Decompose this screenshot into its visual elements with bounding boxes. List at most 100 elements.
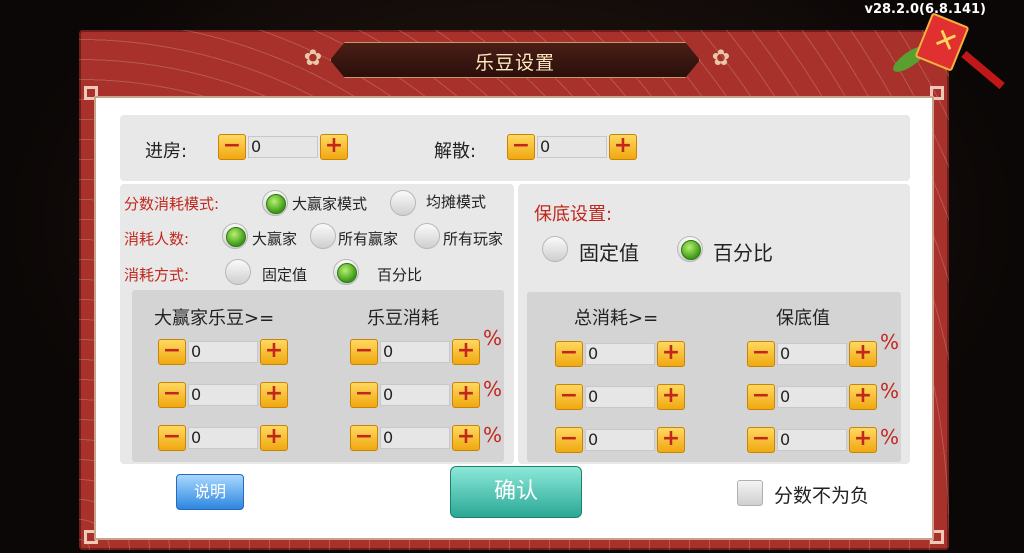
consume-method-label: 消耗方式: [124,266,190,284]
guarantee-value-stepper: − 0 + [747,384,877,410]
percent-unit: % [483,326,503,350]
guarantee-value-input[interactable]: 0 [777,343,847,365]
radio-label: 百分比 [377,266,423,284]
dissolve-label: 解散: [434,141,477,162]
radio-all-winners[interactable] [310,223,336,249]
radio-big-winner-mode[interactable] [262,190,288,216]
minus-button[interactable]: − [747,384,775,410]
guarantee-value-stepper: − 0 + [747,427,877,453]
plus-button[interactable]: + [260,339,288,365]
plus-button[interactable]: + [657,384,685,410]
help-button[interactable]: 说明 [176,474,244,510]
guarantee-value-input[interactable]: 0 [777,386,847,408]
radio-fixed-value[interactable] [225,259,251,285]
game-screen: v28.2.0(6.8.141) ✿ ✿ 乐豆设置 ✕ 进房: − 0 + 解散… [0,0,1024,553]
minus-button[interactable]: − [555,427,583,453]
ribbon-decoration [961,50,1005,90]
plus-button[interactable]: + [260,425,288,451]
radio-guarantee-percentage[interactable] [677,236,703,262]
plus-button[interactable]: + [260,382,288,408]
cost-input[interactable]: 0 [380,384,450,406]
minus-button[interactable]: − [158,339,186,365]
percent-unit: % [880,425,900,449]
cost-stepper: − 0 + [350,382,480,408]
plus-button[interactable]: + [657,341,685,367]
radio-big-winner[interactable] [222,223,248,249]
total-cost-input[interactable]: 0 [585,343,655,365]
minus-button[interactable]: − [507,134,535,160]
minus-button[interactable]: − [747,427,775,453]
guarantee-value-stepper: − 0 + [747,341,877,367]
dissolve-input[interactable]: 0 [537,136,607,158]
radio-label: 百分比 [713,241,773,265]
column-header: 保底值 [776,308,830,329]
threshold-input[interactable]: 0 [188,384,258,406]
minus-button[interactable]: − [350,382,378,408]
minus-button[interactable]: − [158,382,186,408]
radio-average-mode[interactable] [390,190,416,216]
radio-label: 大赢家 [252,230,298,248]
column-header: 大赢家乐豆>= [154,308,275,329]
cost-input[interactable]: 0 [380,427,450,449]
non-negative-checkbox[interactable] [737,480,763,506]
cost-stepper: − 0 + [350,425,480,451]
minus-button[interactable]: − [350,425,378,451]
total-cost-stepper: − 0 + [555,384,685,410]
plus-button[interactable]: + [849,384,877,410]
score-mode-label: 分数消耗模式: [124,195,220,213]
column-header: 总消耗>= [574,308,659,329]
percent-unit: % [483,423,503,447]
plus-button[interactable]: + [609,134,637,160]
guarantee-label: 保底设置: [534,204,613,225]
total-cost-input[interactable]: 0 [585,429,655,451]
enter-room-stepper: − 0 + [218,134,348,160]
close-button[interactable]: ✕ [889,12,1005,90]
plus-button[interactable]: + [657,427,685,453]
radio-guarantee-fixed[interactable] [542,236,568,262]
percent-unit: % [880,379,900,403]
dialog-title-bar: 乐豆设置 [330,42,700,78]
guarantee-value-input[interactable]: 0 [777,429,847,451]
plus-button[interactable]: + [452,425,480,451]
minus-button[interactable]: − [158,425,186,451]
flower-ornament-icon: ✿ [303,46,323,71]
plus-button[interactable]: + [452,382,480,408]
threshold-stepper: − 0 + [158,382,288,408]
radio-label: 均摊模式 [426,193,487,211]
non-negative-label: 分数不为负 [774,485,870,507]
threshold-stepper: − 0 + [158,339,288,365]
threshold-stepper: − 0 + [158,425,288,451]
minus-button[interactable]: − [747,341,775,367]
plus-button[interactable]: + [849,341,877,367]
column-header: 乐豆消耗 [367,308,439,329]
radio-label: 所有玩家 [443,230,504,248]
radio-label: 固定值 [579,241,639,265]
confirm-button[interactable]: 确认 [450,466,582,518]
flower-ornament-icon: ✿ [711,46,731,71]
minus-button[interactable]: − [218,134,246,160]
radio-percentage[interactable] [333,259,359,285]
radio-all-players[interactable] [414,223,440,249]
minus-button[interactable]: − [350,339,378,365]
radio-label: 所有赢家 [338,230,399,248]
threshold-input[interactable]: 0 [188,427,258,449]
total-cost-input[interactable]: 0 [585,386,655,408]
threshold-input[interactable]: 0 [188,341,258,363]
radio-label: 大赢家模式 [292,195,368,213]
dialog-title: 乐豆设置 [474,52,555,74]
cost-stepper: − 0 + [350,339,480,365]
minus-button[interactable]: − [555,341,583,367]
plus-button[interactable]: + [320,134,348,160]
percent-unit: % [880,330,900,354]
plus-button[interactable]: + [452,339,480,365]
consume-people-label: 消耗人数: [124,230,190,248]
total-cost-stepper: − 0 + [555,427,685,453]
enter-room-input[interactable]: 0 [248,136,318,158]
cost-input[interactable]: 0 [380,341,450,363]
total-cost-stepper: − 0 + [555,341,685,367]
enter-room-label: 进房: [145,141,188,162]
radio-label: 固定值 [262,266,308,284]
percent-unit: % [483,377,503,401]
plus-button[interactable]: + [849,427,877,453]
minus-button[interactable]: − [555,384,583,410]
